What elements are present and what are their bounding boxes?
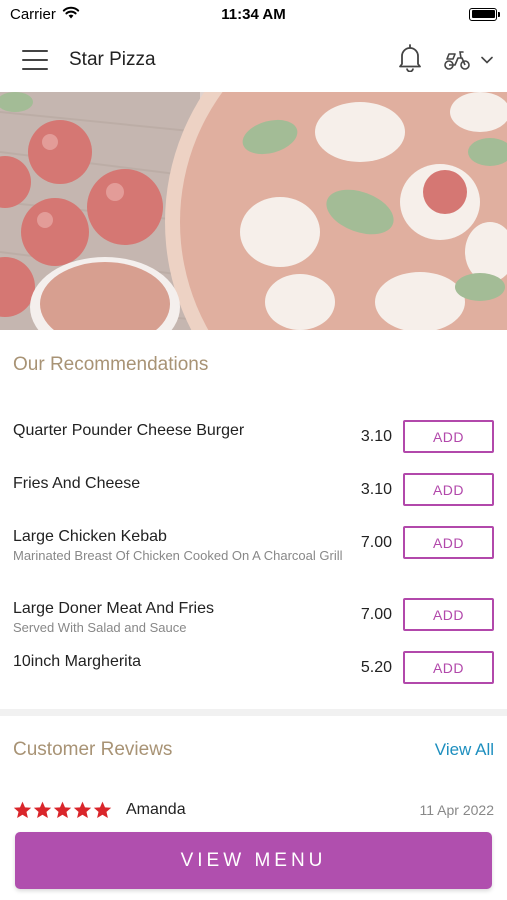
item-price: 3.10	[360, 428, 392, 445]
star-icon	[93, 801, 112, 818]
view-all-link[interactable]: View All	[435, 740, 494, 760]
item-name: Large Doner Meat And Fries	[13, 600, 214, 617]
app-header: Star Pizza	[0, 28, 507, 92]
wifi-icon	[62, 6, 80, 23]
recommendations-title: Our Recommendations	[13, 354, 209, 375]
delivery-scooter-icon[interactable]	[443, 49, 493, 71]
add-button[interactable]: ADD	[403, 473, 494, 506]
add-button[interactable]: ADD	[403, 598, 494, 631]
star-icon	[73, 801, 92, 818]
star-rating	[13, 801, 112, 819]
item-description: Served With Salad and Sauce	[13, 620, 187, 635]
carrier-label: Carrier	[10, 5, 56, 23]
item-description: Marinated Breast Of Chicken Cooked On A …	[13, 548, 343, 563]
chevron-down-icon	[481, 56, 493, 64]
item-price: 3.10	[360, 481, 392, 498]
reviews-title: Customer Reviews	[13, 739, 173, 760]
item-price: 7.00	[360, 534, 392, 551]
page-title: Star Pizza	[69, 49, 156, 70]
bell-icon[interactable]	[397, 43, 423, 77]
item-name: Fries And Cheese	[13, 475, 141, 492]
star-icon	[53, 801, 72, 818]
item-name: Large Chicken Kebab	[13, 528, 167, 545]
star-icon	[13, 801, 32, 818]
item-price: 5.20	[360, 659, 392, 676]
status-left: Carrier	[10, 6, 80, 23]
star-icon	[33, 801, 52, 818]
item-price: 7.00	[360, 606, 392, 623]
add-button[interactable]: ADD	[403, 420, 494, 453]
item-name: 10inch Margherita	[13, 653, 142, 670]
reviewer-name: Amanda	[126, 801, 186, 818]
add-button[interactable]: ADD	[403, 526, 494, 559]
review-date: 11 Apr 2022	[419, 802, 494, 818]
menu-icon[interactable]	[22, 50, 48, 70]
status-bar: Carrier 11:34 AM	[0, 0, 507, 28]
item-name: Quarter Pounder Cheese Burger	[13, 422, 245, 439]
view-menu-button[interactable]: VIEW MENU	[15, 832, 492, 889]
section-divider	[0, 709, 507, 716]
header-icons	[397, 43, 493, 77]
hero-image	[0, 92, 507, 330]
review-item: Amanda 11 Apr 2022	[13, 798, 494, 822]
battery-icon	[469, 7, 500, 21]
add-button[interactable]: ADD	[403, 651, 494, 684]
